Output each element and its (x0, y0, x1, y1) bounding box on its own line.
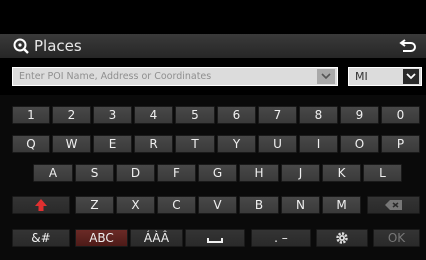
search-icon (13, 38, 29, 54)
key-3[interactable]: 3 (93, 106, 132, 124)
key-k[interactable]: K (322, 164, 361, 182)
history-dropdown-button[interactable] (317, 69, 335, 84)
unit-value: MI (355, 70, 368, 83)
key-8[interactable]: 8 (299, 106, 338, 124)
key-r[interactable]: R (134, 135, 173, 153)
key-g[interactable]: G (198, 164, 237, 182)
key-2[interactable]: 2 (52, 106, 91, 124)
key-n[interactable]: N (281, 196, 320, 214)
ok-button[interactable]: OK (373, 229, 420, 247)
key-6[interactable]: 6 (217, 106, 256, 124)
page-title: Places (34, 37, 82, 55)
key-0[interactable]: 0 (381, 106, 420, 124)
key-5[interactable]: 5 (175, 106, 215, 124)
key-x[interactable]: X (116, 196, 155, 214)
keyboard: 1 2 3 4 5 6 7 8 9 0 Q W E R T Y U I O P … (0, 95, 426, 260)
key-9[interactable]: 9 (340, 106, 379, 124)
key-f[interactable]: F (157, 164, 196, 182)
key-c[interactable]: C (157, 196, 196, 214)
back-arrow-icon[interactable] (399, 38, 417, 54)
key-h[interactable]: H (239, 164, 279, 182)
key-i[interactable]: I (299, 135, 338, 153)
chevron-down-icon (406, 73, 416, 80)
key-l[interactable]: L (363, 164, 402, 182)
symbols-key[interactable]: &# (12, 229, 70, 247)
key-j[interactable]: J (281, 164, 320, 182)
backspace-icon (384, 200, 402, 210)
punctuation-key[interactable]: . – (251, 229, 311, 247)
key-z[interactable]: Z (75, 196, 114, 214)
space-icon (207, 238, 223, 243)
key-w[interactable]: W (52, 135, 91, 153)
header-bar: Places (0, 34, 426, 58)
key-t[interactable]: T (175, 135, 215, 153)
key-4[interactable]: 4 (134, 106, 173, 124)
space-key[interactable] (185, 229, 245, 247)
unit-dropdown-button[interactable] (403, 69, 419, 84)
backspace-key[interactable] (367, 196, 420, 214)
key-y[interactable]: Y (217, 135, 256, 153)
abc-key[interactable]: ABC (75, 229, 128, 247)
key-m[interactable]: M (322, 196, 361, 214)
shift-arrow-icon (35, 199, 47, 211)
search-input[interactable]: Enter POI Name, Address or Coordinates (12, 67, 338, 86)
key-s[interactable]: S (75, 164, 114, 182)
unit-select[interactable]: MI (348, 67, 422, 86)
shift-key[interactable] (12, 196, 70, 214)
accents-key[interactable]: ÁÀÂ (130, 229, 183, 247)
search-placeholder: Enter POI Name, Address or Coordinates (19, 71, 212, 82)
key-b[interactable]: B (239, 196, 279, 214)
key-o[interactable]: O (340, 135, 379, 153)
gear-icon (336, 232, 348, 244)
key-u[interactable]: U (258, 135, 297, 153)
key-d[interactable]: D (116, 164, 155, 182)
key-1[interactable]: 1 (12, 106, 50, 124)
key-p[interactable]: P (381, 135, 420, 153)
key-e[interactable]: E (93, 135, 132, 153)
key-v[interactable]: V (198, 196, 237, 214)
settings-key[interactable] (316, 229, 368, 247)
key-q[interactable]: Q (12, 135, 50, 153)
key-7[interactable]: 7 (258, 106, 297, 124)
key-a[interactable]: A (33, 164, 73, 182)
chevron-down-icon (321, 73, 331, 80)
